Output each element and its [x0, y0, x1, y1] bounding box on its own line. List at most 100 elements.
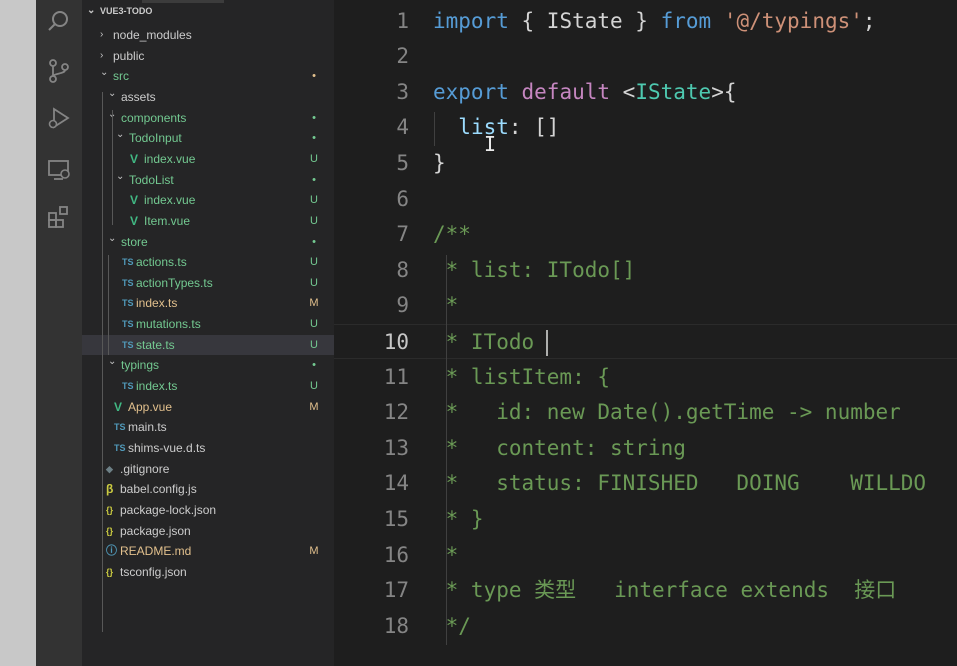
code-line[interactable]: 18 */: [334, 609, 957, 645]
line-number: 9: [396, 293, 409, 318]
typescript-file-icon: TS: [122, 381, 134, 392]
code-line[interactable]: 11 * listItem: {: [334, 360, 957, 396]
indent-guide: [446, 255, 447, 645]
code-line[interactable]: 8 * list: ITodo[]: [334, 253, 957, 289]
code-line[interactable]: 6: [334, 182, 957, 218]
explorer-root[interactable]: ⌄ VUE3-TODO: [82, 4, 334, 18]
code-line[interactable]: 4 list: []: [334, 110, 957, 146]
code-line[interactable]: 16 *: [334, 538, 957, 574]
code-token: * }: [433, 506, 484, 531]
code-line[interactable]: 7 /**: [334, 217, 957, 253]
code-token: >{: [711, 79, 737, 104]
search-icon[interactable]: [46, 8, 72, 34]
code-line[interactable]: 10 * ITodo: [334, 323, 957, 361]
code-text: * listItem: {: [433, 360, 610, 396]
git-status-badge: U: [310, 256, 318, 269]
tree-indent-guide: [112, 110, 113, 225]
git-status-badge: U: [310, 338, 318, 351]
code-line[interactable]: 2: [334, 39, 957, 75]
explorer-folder[interactable]: ⌄ TodoInput •: [82, 128, 334, 148]
code-line[interactable]: 1 import { IState } from '@/typings';: [334, 4, 957, 40]
explorer-file[interactable]: TS actions.ts U: [82, 252, 334, 272]
json-file-icon: {}: [106, 525, 114, 536]
line-number: 6: [396, 186, 409, 211]
explorer-file[interactable]: Vindex.vue U: [82, 190, 334, 210]
explorer-file[interactable]: V Item.vue U: [82, 211, 334, 231]
explorer-file[interactable]: β babel.config.js: [82, 479, 334, 499]
code-token: /**: [433, 222, 471, 247]
explorer-item-label: mutations.ts: [136, 317, 201, 332]
run-debug-icon[interactable]: [46, 105, 72, 131]
explorer-item-label: typings: [121, 358, 160, 373]
tree-indent-guide: [102, 92, 103, 632]
desktop-edge: [0, 0, 36, 666]
explorer-folder[interactable]: › public: [82, 46, 334, 66]
code-line[interactable]: 14 * status: FINISHED DOING WILLDO: [334, 466, 957, 502]
chevron-down-icon: ⌄: [116, 170, 125, 182]
sidebar-scroll-indicator: [142, 0, 224, 3]
explorer-item-label: index.vue: [144, 151, 196, 166]
explorer-folder[interactable]: ⌄ TodoList •: [82, 170, 334, 190]
explorer-item-label: assets: [121, 89, 156, 104]
code-line[interactable]: 15 * }: [334, 502, 957, 538]
explorer-root-label: VUE3-TODO: [100, 6, 153, 16]
explorer-file[interactable]: {} tsconfig.json: [82, 562, 334, 582]
line-number: 10: [383, 329, 409, 354]
explorer-item-label: shims-vue.d.ts: [128, 441, 206, 455]
code-text: * list: ITodo[]: [433, 253, 636, 289]
explorer-file[interactable]: TS actionTypes.ts U: [82, 273, 334, 293]
git-status-badge: •: [312, 111, 316, 124]
explorer-file[interactable]: TS index.ts U: [82, 376, 334, 396]
code-line[interactable]: 13 * content: string: [334, 431, 957, 467]
explorer-item-label: actionTypes.ts: [136, 275, 213, 290]
explorer-file[interactable]: TS main.ts: [82, 417, 334, 437]
explorer-item-label: babel.config.js: [120, 482, 197, 497]
code-line[interactable]: 17 * type 类型 interface extends 接口: [334, 573, 957, 609]
git-status-badge: U: [310, 194, 318, 207]
chevron-down-icon: ⌄: [116, 129, 125, 141]
code-token: IState: [635, 79, 712, 104]
explorer-folder[interactable]: ⌄ store •: [82, 232, 334, 252]
code-line[interactable]: 12 * id: new Date().getTime -> number: [334, 395, 957, 431]
chevron-down-icon: ⌄: [100, 67, 109, 79]
code-token: {: [508, 8, 547, 33]
line-number: 13: [383, 435, 409, 460]
explorer-file[interactable]: TS index.ts M: [82, 293, 334, 313]
explorer-file[interactable]: ⓘ README.md M: [82, 541, 334, 561]
explorer-file[interactable]: TS shims-vue.d.ts: [82, 438, 334, 458]
code-text: * ITodo: [433, 325, 535, 361]
code-line[interactable]: 9 *: [334, 288, 957, 324]
typescript-file-icon: TS: [122, 298, 134, 309]
code-line[interactable]: 5}: [334, 146, 957, 182]
source-control-icon[interactable]: [46, 58, 72, 84]
explorer-file[interactable]: V App.vue M: [82, 397, 334, 417]
code-token: */: [433, 613, 471, 638]
explorer-item-label: package.json: [120, 523, 191, 538]
git-status-badge: U: [310, 380, 318, 393]
explorer-item-label: package-lock.json: [120, 502, 217, 517]
line-number: 16: [383, 542, 409, 567]
explorer-file[interactable]: {} package.json: [82, 521, 334, 541]
explorer-file[interactable]: ◆ .gitignore: [82, 459, 334, 479]
git-status-badge: •: [312, 173, 316, 186]
line-number: 7: [396, 222, 409, 247]
code-token: * type 类型 interface extends 接口: [433, 578, 897, 603]
explorer-file[interactable]: {} package-lock.json: [82, 500, 334, 520]
vue-file-icon: V: [130, 151, 139, 166]
explorer-folder[interactable]: ⌄ typings •: [82, 355, 334, 375]
explorer-file[interactable]: TS mutations.ts U: [82, 314, 334, 334]
explorer-folder[interactable]: ⌄ src •: [82, 66, 334, 86]
json-file-icon: {}: [106, 566, 114, 577]
remote-explorer-icon[interactable]: [46, 157, 72, 183]
code-line[interactable]: 3 export default <IState>{: [334, 75, 957, 111]
code-editor[interactable]: 1 import { IState } from '@/typings'; 2 3 ex…: [334, 0, 957, 666]
extensions-icon[interactable]: [46, 204, 72, 230]
line-number: 17: [383, 578, 409, 603]
explorer-folder[interactable]: ⌄ assets: [82, 87, 334, 107]
explorer-file[interactable]: TS state.ts U: [82, 334, 334, 355]
chevron-down-icon: ⌄: [87, 5, 96, 16]
explorer-item-label: main.ts: [128, 420, 167, 435]
typescript-file-icon: TS: [122, 257, 134, 268]
explorer-folder[interactable]: › node_modules: [82, 25, 334, 45]
